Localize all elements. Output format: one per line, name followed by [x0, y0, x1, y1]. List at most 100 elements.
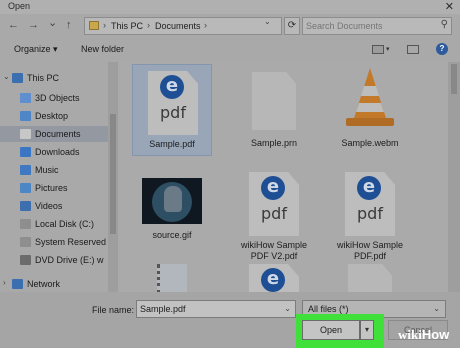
navigation-pane: ⌄ This PC 3D Objects Desktop Documents Downlo…	[0, 62, 118, 292]
breadcrumb-separator: ›	[103, 20, 106, 30]
vlc-cone-icon	[346, 68, 394, 126]
edge-logo-icon: e	[160, 75, 184, 99]
blank-file-icon	[252, 72, 296, 130]
pdf-label: pdf	[160, 103, 186, 122]
file-name: Sample.pdf	[149, 139, 195, 149]
file-tile[interactable]: epdf	[234, 258, 314, 292]
sidebar-item-videos[interactable]: Videos	[0, 198, 118, 214]
expand-icon[interactable]: ⌄	[3, 72, 10, 81]
title-bar: Open ✕	[0, 0, 460, 14]
file-scrollbar[interactable]	[448, 62, 460, 292]
file-tile[interactable]: e pdf wikiHow Sample PDF.pdf	[330, 166, 410, 261]
file-icon	[348, 264, 392, 292]
sidebar-item-label: Downloads	[35, 147, 80, 157]
file-tile[interactable]: Sample.webm	[330, 64, 410, 156]
file-tile[interactable]: source.gif	[132, 166, 212, 258]
file-name: Sample.prn	[250, 138, 298, 148]
search-input[interactable]	[306, 19, 431, 33]
sidebar-item-dvd-drive-e-w[interactable]: DVD Drive (E:) w	[0, 252, 118, 268]
new-folder-button[interactable]: New folder	[81, 44, 124, 54]
pictures-icon	[20, 183, 31, 193]
chevron-down-icon[interactable]: ⌄	[284, 304, 291, 313]
folder-icon	[89, 21, 99, 30]
up-arrow-icon[interactable]: ↑	[66, 19, 72, 31]
sidebar-item-label: 3D Objects	[35, 93, 80, 103]
nav-scrollbar[interactable]	[108, 62, 118, 292]
file-tile[interactable]	[330, 258, 410, 292]
sidebar-item-this-pc[interactable]: ⌄ This PC	[0, 70, 118, 86]
chevron-down-icon[interactable]: ⌄	[433, 304, 440, 313]
search-box[interactable]: ⚲	[302, 17, 452, 35]
address-dropdown-icon[interactable]: ⌄	[264, 17, 271, 26]
downloads-icon	[20, 147, 31, 157]
wikihow-watermark: wikiHow	[398, 327, 450, 342]
sidebar-item-music[interactable]: Music	[0, 162, 118, 178]
file-name: source.gif	[152, 230, 192, 240]
sidebar-item-label: System Reserved	[35, 237, 107, 247]
edge-logo-icon: e	[357, 176, 381, 200]
file-scrollbar-thumb[interactable]	[451, 64, 457, 94]
breadcrumb-separator: ›	[147, 20, 150, 30]
file-tile[interactable]: e pdf wikiHow Sample PDF V2.pdf	[234, 166, 314, 261]
sidebar-item-label: Documents	[35, 129, 81, 139]
dvd-icon	[20, 255, 31, 265]
address-bar[interactable]: › This PC › Documents ›	[84, 17, 282, 35]
file-list: e pdf Sample.pdf Sample.prn Sample.webm sourc…	[120, 62, 460, 292]
sidebar-item-network[interactable]: › Network	[0, 276, 118, 292]
file-tile[interactable]: Sample.prn	[234, 64, 314, 156]
pdf-file-icon: epdf	[345, 172, 395, 236]
disk-icon	[20, 219, 31, 229]
forward-arrow-icon[interactable]: →	[28, 19, 39, 31]
close-icon[interactable]: ✕	[445, 0, 454, 13]
sidebar-item-system-reserved[interactable]: System Reserved	[0, 234, 118, 250]
gif-thumbnail	[142, 178, 202, 224]
computer-icon	[12, 73, 23, 83]
file-name-field[interactable]: ⌄	[136, 300, 296, 318]
file-name-input[interactable]	[140, 303, 275, 315]
help-icon[interactable]: ?	[436, 43, 448, 55]
sidebar-item-label: Music	[35, 165, 59, 175]
file-type-value: All files (*)	[308, 304, 349, 314]
sidebar-item-label: Local Disk (C:)	[35, 219, 95, 229]
sidebar-item-pictures[interactable]: Pictures	[0, 180, 118, 196]
sidebar-item-downloads[interactable]: Downloads	[0, 144, 118, 160]
documents-icon	[20, 129, 31, 139]
sidebar-item-documents[interactable]: Documents	[0, 126, 118, 142]
breadcrumb-documents[interactable]: Documents	[155, 21, 201, 31]
nav-scrollbar-thumb[interactable]	[110, 114, 116, 234]
desktop-icon	[20, 111, 31, 121]
file-tile[interactable]: e pdf Sample.pdf	[132, 64, 212, 156]
sidebar-item-label: Network	[27, 279, 61, 289]
collapse-icon[interactable]: ›	[3, 278, 6, 287]
search-icon: ⚲	[440, 19, 448, 30]
address-row: ← → ⌄ ↑ › This PC › Documents › ⌄ ⟳ ⚲	[0, 14, 460, 38]
view-options-icon[interactable]	[372, 45, 384, 54]
pdf-label: pdf	[261, 204, 287, 223]
breadcrumb-this-pc[interactable]: This PC	[111, 21, 143, 31]
sidebar-item-label: DVD Drive (E:) w	[35, 255, 104, 265]
edge-logo-icon: e	[261, 268, 285, 292]
sidebar-item-local-disk-c[interactable]: Local Disk (C:)	[0, 216, 118, 232]
open-options-dropdown[interactable]: ▾	[360, 320, 374, 340]
organize-button[interactable]: Organize ▾	[14, 44, 58, 55]
disk-icon	[20, 237, 31, 247]
file-name-label: File name:	[92, 305, 135, 315]
preview-pane-icon[interactable]	[407, 45, 419, 54]
window-title: Open	[8, 1, 31, 11]
file-tile[interactable]	[132, 258, 212, 292]
sidebar-item-label: Pictures	[35, 183, 68, 193]
file-name: Sample.webm	[341, 138, 399, 148]
recent-locations-icon[interactable]: ⌄	[48, 16, 57, 29]
music-icon	[20, 165, 31, 175]
back-arrow-icon[interactable]: ←	[8, 19, 19, 31]
3d-objects-icon	[20, 93, 31, 103]
pdf-file-icon: epdf	[249, 264, 299, 292]
sidebar-item-3d-objects[interactable]: 3D Objects	[0, 90, 118, 106]
edge-logo-icon: e	[261, 176, 285, 200]
sidebar-item-label: This PC	[27, 73, 60, 83]
notebook-file-icon	[157, 264, 187, 292]
refresh-icon[interactable]: ⟳	[284, 17, 300, 35]
sidebar-item-desktop[interactable]: Desktop	[0, 108, 118, 124]
open-button[interactable]: Open	[302, 320, 360, 340]
chevron-down-icon[interactable]: ▾	[386, 45, 390, 53]
